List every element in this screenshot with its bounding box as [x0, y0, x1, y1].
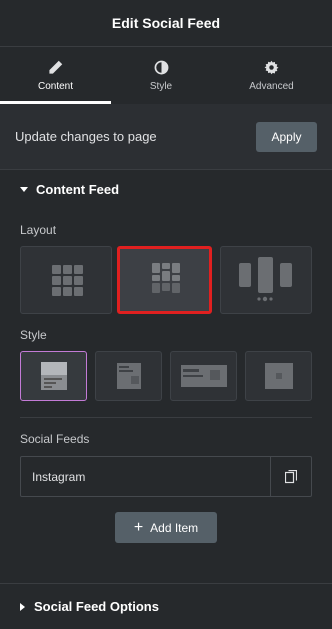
- add-item-label: Add Item: [150, 520, 199, 535]
- layout-option-carousel[interactable]: [220, 246, 312, 314]
- style-2-thumbnail-icon: [116, 363, 141, 389]
- grid-layout-icon: [52, 265, 83, 296]
- caret-right-icon: [20, 602, 25, 611]
- plus-icon: +: [133, 518, 144, 536]
- social-feed-options-title: Social Feed Options: [34, 599, 159, 614]
- style-3-thumbnail-icon: [180, 365, 227, 387]
- pencil-icon: [49, 60, 63, 74]
- apply-button[interactable]: Apply: [256, 121, 317, 152]
- social-feeds-label: Social Feeds: [20, 432, 90, 446]
- masonry-layout-icon: [152, 263, 180, 293]
- caret-down-icon: [20, 187, 28, 192]
- style-label: Style: [20, 328, 47, 342]
- content-feed-title: Content Feed: [36, 182, 120, 197]
- content-feed-section-toggle[interactable]: Content Feed: [20, 182, 119, 197]
- layout-label: Layout: [20, 223, 57, 237]
- layout-option-grid[interactable]: [20, 246, 112, 314]
- panel-header: Edit Social Feed: [0, 0, 332, 47]
- tab-content[interactable]: Content: [0, 48, 111, 104]
- add-item-button[interactable]: + Add Item: [115, 512, 217, 543]
- tab-advanced[interactable]: Advanced: [211, 48, 332, 104]
- layout-options: [20, 246, 312, 314]
- style-1-thumbnail-icon: [40, 362, 67, 390]
- tab-style-label: Style: [149, 81, 173, 92]
- tab-style[interactable]: Style: [111, 48, 211, 104]
- social-feed-options-toggle[interactable]: Social Feed Options: [0, 583, 332, 629]
- style-options: [20, 351, 312, 401]
- duplicate-button[interactable]: [270, 457, 311, 496]
- tab-bar: Content Style Advanced: [0, 48, 332, 104]
- style-option-4[interactable]: [245, 351, 312, 401]
- update-changes-text: Update changes to page: [15, 129, 157, 144]
- duplicate-icon: [285, 469, 297, 483]
- section-divider: [20, 417, 312, 418]
- gear-icon: [264, 60, 279, 75]
- carousel-layout-icon: [239, 257, 292, 302]
- feed-item-name: Instagram: [32, 469, 86, 484]
- feed-item-instagram[interactable]: Instagram: [20, 456, 312, 497]
- tab-content-label: Content: [37, 81, 74, 92]
- style-option-1[interactable]: [20, 351, 87, 401]
- tab-advanced-label: Advanced: [249, 81, 294, 92]
- panel-title: Edit Social Feed: [111, 15, 221, 31]
- style-4-thumbnail-icon: [264, 363, 293, 389]
- layout-option-masonry[interactable]: [117, 246, 212, 314]
- contrast-icon: [154, 60, 168, 75]
- style-option-3[interactable]: [170, 351, 237, 401]
- style-option-2[interactable]: [95, 351, 162, 401]
- update-changes-panel: Update changes to page Apply: [0, 104, 332, 170]
